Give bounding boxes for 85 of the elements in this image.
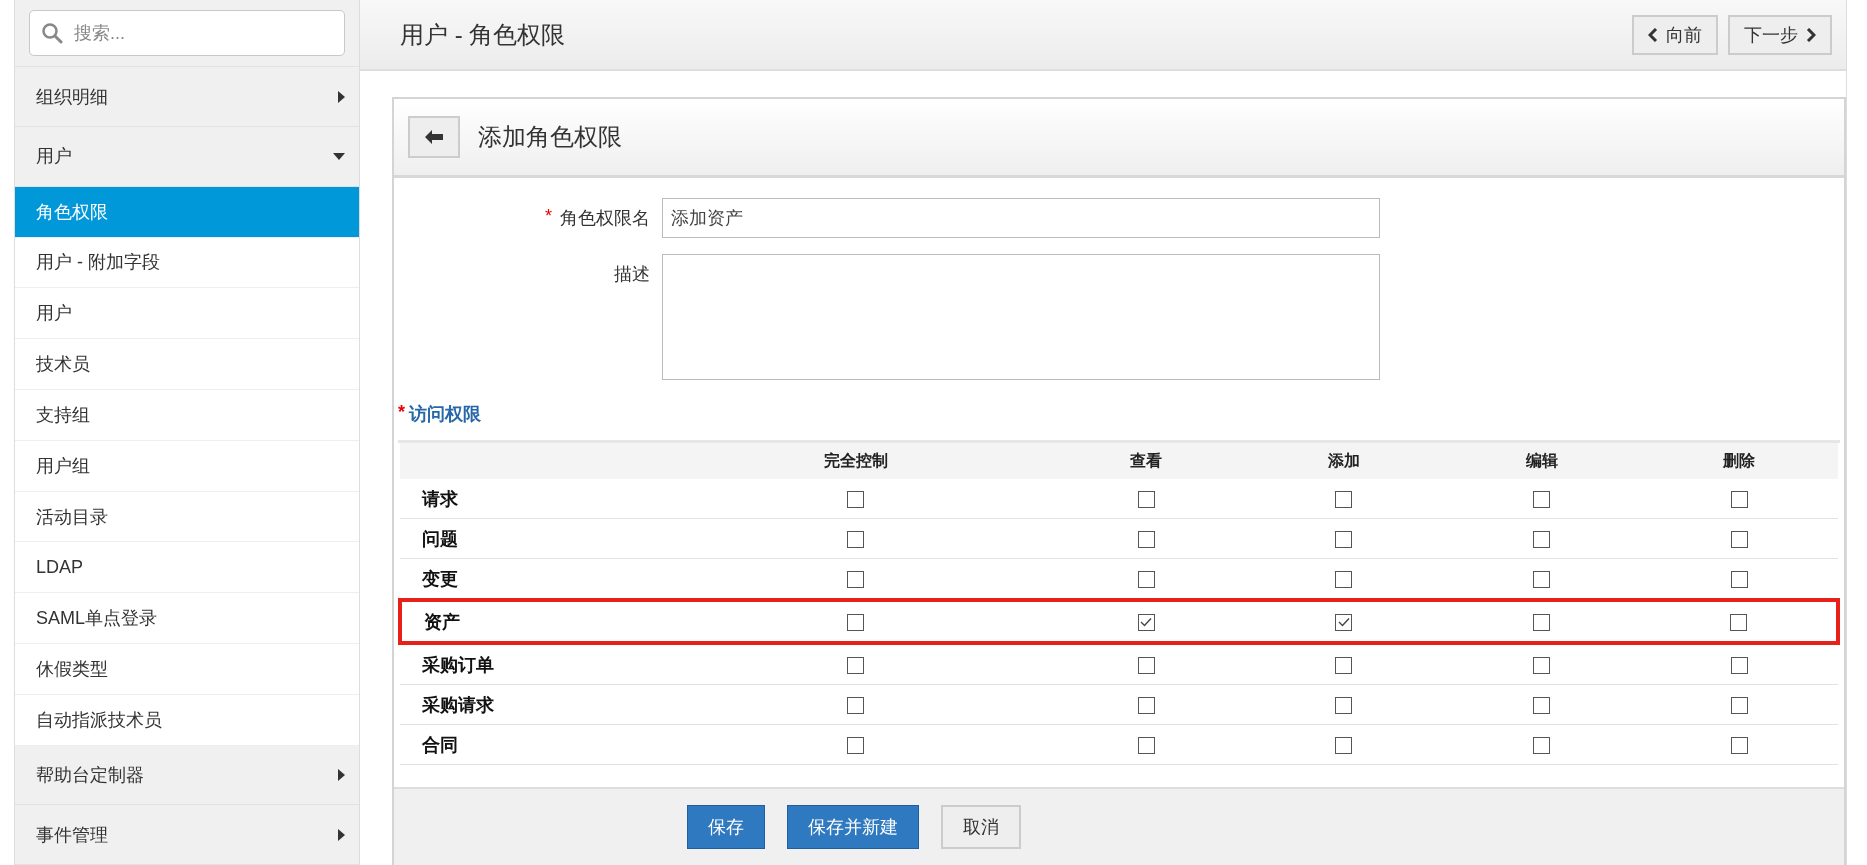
- checkbox[interactable]: [1137, 656, 1155, 674]
- sidebar-group[interactable]: 用户: [15, 127, 359, 187]
- checkbox[interactable]: [847, 696, 865, 714]
- required-mark: *: [398, 402, 405, 424]
- checkbox[interactable]: [1335, 570, 1353, 588]
- sidebar-item[interactable]: LDAP: [15, 542, 359, 594]
- checkbox[interactable]: [847, 736, 865, 754]
- column-header: 编辑: [1442, 443, 1641, 479]
- checkbox[interactable]: [847, 530, 865, 548]
- row-label: 资产: [400, 600, 664, 643]
- checkbox[interactable]: [1533, 570, 1551, 588]
- row-label: 问题: [400, 518, 664, 559]
- column-header: 完全控制: [664, 443, 1048, 479]
- checkbox[interactable]: [1533, 490, 1551, 508]
- chevron-left-icon: [1648, 27, 1658, 42]
- column-header: 查看: [1047, 443, 1246, 479]
- section-title: 访问权限: [409, 403, 481, 426]
- row-label: 请求: [400, 479, 664, 519]
- checkbox[interactable]: [847, 570, 865, 588]
- caret-right-icon: [338, 90, 345, 103]
- save-button[interactable]: 保存: [687, 805, 765, 849]
- search-icon: [41, 22, 63, 45]
- checkbox[interactable]: [1137, 570, 1155, 588]
- row-label: 变更: [400, 558, 664, 600]
- checkbox[interactable]: [847, 490, 865, 508]
- checkbox[interactable]: [1533, 696, 1551, 714]
- sidebar-item[interactable]: 技术员: [15, 339, 359, 390]
- checkbox[interactable]: [1137, 696, 1155, 714]
- sidebar-group[interactable]: 事件管理: [15, 805, 359, 865]
- checkbox[interactable]: [1730, 736, 1748, 754]
- checkbox[interactable]: [1335, 530, 1353, 548]
- field-label: 角色权限名: [560, 207, 650, 230]
- checkbox[interactable]: [1137, 490, 1155, 508]
- checkbox[interactable]: [1730, 490, 1748, 508]
- row-label: 合同: [400, 724, 664, 765]
- checkbox[interactable]: [1137, 736, 1155, 754]
- sidebar-item[interactable]: 支持组: [15, 390, 359, 441]
- chevron-right-icon: [1806, 27, 1816, 42]
- checkbox[interactable]: [1335, 696, 1353, 714]
- page-title: 用户 - 角色权限: [400, 19, 566, 50]
- save-button[interactable]: 保存并新建: [787, 805, 919, 849]
- checkbox[interactable]: [1137, 530, 1155, 548]
- checkbox[interactable]: [847, 656, 865, 674]
- checkbox[interactable]: [1730, 696, 1748, 714]
- panel-title: 添加角色权限: [478, 122, 622, 152]
- arrow-left-icon: [425, 130, 443, 144]
- sidebar-item[interactable]: 活动目录: [15, 491, 359, 543]
- sidebar-item[interactable]: 用户组: [15, 440, 359, 492]
- checkbox[interactable]: [1730, 656, 1748, 674]
- checkbox[interactable]: [1137, 613, 1155, 631]
- checkbox[interactable]: [1533, 656, 1551, 674]
- row-label: 采购请求: [400, 684, 664, 725]
- field-label: 描述: [614, 263, 650, 286]
- sidebar-item[interactable]: 用户 - 附加字段: [15, 237, 359, 289]
- checkbox[interactable]: [1335, 490, 1353, 508]
- required-mark: *: [545, 206, 552, 228]
- sidebar-item[interactable]: 自动指派技术员: [15, 694, 359, 746]
- checkbox[interactable]: [1335, 736, 1353, 754]
- checkbox[interactable]: [1533, 613, 1551, 631]
- checkbox[interactable]: [1729, 613, 1747, 631]
- sidebar-group[interactable]: 帮助台定制器: [15, 745, 359, 806]
- previous-button[interactable]: 向前: [1632, 14, 1718, 55]
- sidebar-group[interactable]: 组织明细: [15, 67, 359, 128]
- next-button[interactable]: 下一步: [1728, 14, 1832, 55]
- checkbox[interactable]: [1335, 613, 1353, 631]
- column-header: 添加: [1245, 443, 1443, 479]
- back-button[interactable]: [408, 116, 460, 158]
- cancel-button[interactable]: 取消: [941, 805, 1021, 849]
- row-label: 采购订单: [400, 643, 664, 685]
- caret-right-icon: [338, 828, 345, 841]
- column-header: 删除: [1640, 443, 1838, 479]
- checkbox[interactable]: [847, 613, 865, 631]
- checkbox[interactable]: [1730, 570, 1748, 588]
- sidebar-item[interactable]: 休假类型: [15, 644, 359, 695]
- sidebar-item[interactable]: SAML单点登录: [15, 593, 359, 645]
- sidebar-item[interactable]: 用户: [15, 288, 359, 340]
- checkbox[interactable]: [1533, 530, 1551, 548]
- role-name-field[interactable]: 添加资产: [662, 198, 1380, 238]
- checkbox[interactable]: [1730, 530, 1748, 548]
- caret-right-icon: [338, 769, 345, 782]
- description-field[interactable]: [662, 254, 1380, 380]
- search-field[interactable]: 搜索...: [29, 10, 345, 57]
- checkbox[interactable]: [1335, 656, 1353, 674]
- checkbox[interactable]: [1533, 736, 1551, 754]
- caret-down-icon: [333, 152, 345, 160]
